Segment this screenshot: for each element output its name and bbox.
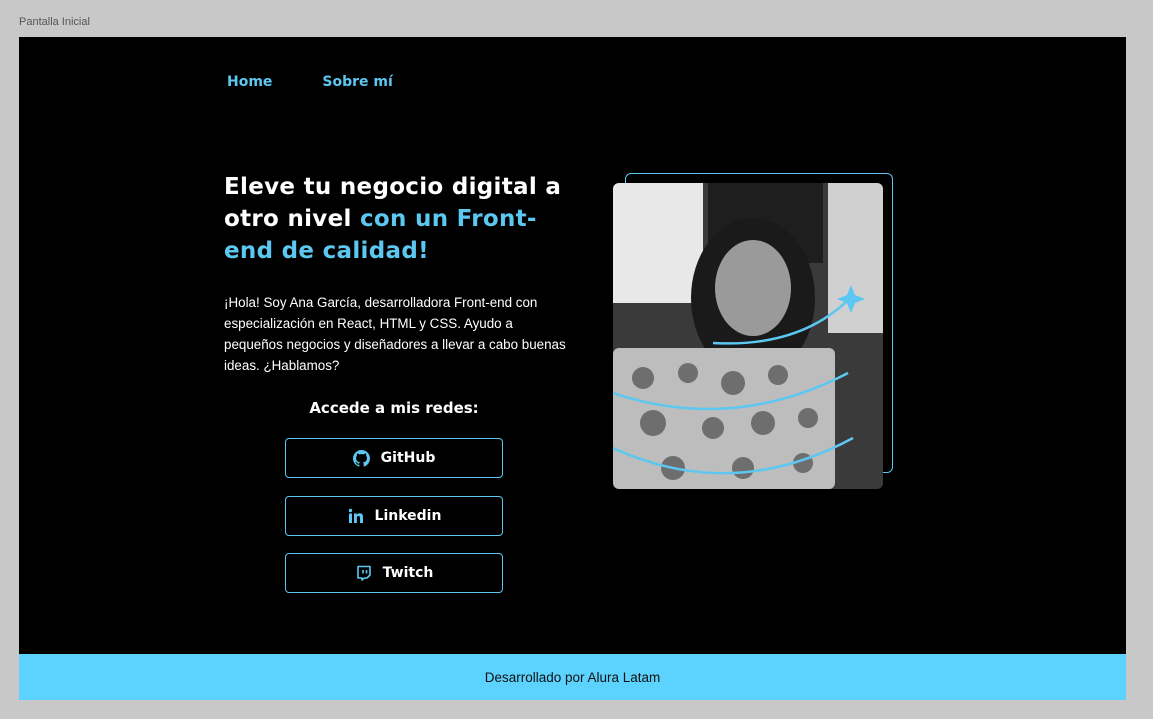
twitch-button[interactable]: Twitch <box>285 553 503 593</box>
github-button-label: GitHub <box>380 450 436 466</box>
twitch-icon <box>355 564 373 582</box>
top-nav: Home Sobre mí <box>227 74 393 90</box>
frame-label: Pantalla Inicial <box>19 16 90 28</box>
twitch-button-label: Twitch <box>382 565 434 581</box>
github-button[interactable]: GitHub <box>285 438 503 478</box>
hero-title: Eleve tu negocio digital a otro nivel co… <box>224 171 584 267</box>
profile-photo-container <box>613 173 895 491</box>
social-heading: Accede a mis redes: <box>309 399 479 417</box>
footer: Desarrollado por Alura Latam <box>19 654 1126 700</box>
nav-home-link[interactable]: Home <box>227 74 272 90</box>
nav-about-link[interactable]: Sobre mí <box>322 74 392 90</box>
hero-bio: ¡Hola! Soy Ana García, desarrolladora Fr… <box>224 295 566 373</box>
profile-photo-illustration <box>613 183 883 489</box>
github-icon <box>353 449 371 467</box>
linkedin-button-label: Linkedin <box>374 508 442 524</box>
linkedin-button[interactable]: Linkedin <box>285 496 503 536</box>
profile-photo <box>613 183 883 489</box>
footer-text: Desarrollado por Alura Latam <box>484 669 661 685</box>
page-frame: Home Sobre mí Eleve tu negocio digital a… <box>19 37 1126 700</box>
linkedin-icon <box>347 507 365 525</box>
